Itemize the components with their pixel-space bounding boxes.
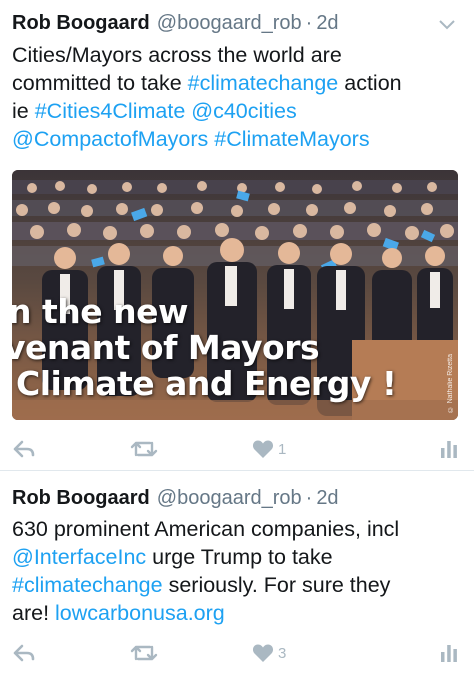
hashtag-link[interactable]: #Cities4Climate: [35, 99, 186, 123]
tweet-actions: 1: [0, 434, 474, 464]
heart-icon: [252, 644, 274, 662]
like-button[interactable]: 1: [252, 434, 286, 464]
timestamp[interactable]: 2d: [316, 487, 338, 510]
analytics-icon: [441, 645, 457, 662]
text-line: 630 prominent American companies, incl: [12, 517, 400, 541]
text-line: #climatechange seriously. For sure they: [12, 571, 464, 599]
retweet-icon: [130, 645, 158, 661]
separator-dot: ·: [305, 12, 313, 34]
retweet-button[interactable]: [130, 434, 158, 464]
like-button[interactable]: 3: [252, 638, 286, 668]
author-handle[interactable]: @boogaard_rob: [157, 487, 302, 510]
tweet-actions: 3: [0, 638, 474, 668]
hashtag-link[interactable]: #climatechange: [12, 573, 163, 597]
chevron-down-icon[interactable]: [438, 18, 456, 32]
reply-icon: [13, 440, 35, 458]
tweet-header: Rob Boogaard @boogaard_rob · 2d: [12, 12, 339, 40]
photo-caption-line: Climate and Energy !: [16, 364, 397, 403]
photo-credit: © Nathalie Rizetta: [447, 353, 454, 412]
photo-caption-line: n the new: [12, 292, 188, 331]
tweet[interactable]: Rob Boogaard @boogaard_rob · 2d Cities/M…: [0, 0, 474, 470]
mention-link[interactable]: @InterfaceInc: [12, 545, 146, 569]
text-line: Cities/Mayors across the world are: [12, 43, 342, 67]
reply-button[interactable]: [12, 638, 36, 668]
text-segment: seriously. For sure they: [162, 573, 391, 597]
retweet-button[interactable]: [130, 638, 158, 668]
text-segment: are!: [12, 601, 56, 625]
mention-link[interactable]: @c40cities: [191, 99, 296, 123]
reply-button[interactable]: [12, 434, 36, 464]
text-line: ie #Cities4Climate @c40cities: [12, 97, 464, 125]
analytics-button[interactable]: [440, 638, 458, 668]
author-handle[interactable]: @boogaard_rob: [157, 12, 302, 35]
url-link[interactable]: lowcarbonusa.org: [55, 601, 225, 625]
retweet-icon: [130, 441, 158, 457]
like-count: 1: [278, 440, 287, 458]
author-name[interactable]: Rob Boogaard: [12, 487, 150, 510]
text-line: committed to take #climatechange action: [12, 69, 464, 97]
author-name[interactable]: Rob Boogaard: [12, 12, 150, 35]
tweet-photo[interactable]: n the new venant of Mayors Climate and E…: [12, 170, 458, 420]
text-line: are! lowcarbonusa.org: [12, 599, 464, 627]
separator-dot: ·: [305, 487, 313, 509]
tweet-text: Cities/Mayors across the world are commi…: [12, 41, 464, 153]
timestamp[interactable]: 2d: [316, 12, 338, 35]
text-segment: urge Trump to take: [146, 545, 333, 569]
hashtag-link[interactable]: #ClimateMayors: [214, 127, 369, 151]
photo-caption-line: venant of Mayors: [12, 328, 320, 367]
like-count: 3: [278, 644, 287, 662]
tweet-text: 630 prominent American companies, incl @…: [12, 515, 464, 627]
text-line: @InterfaceInc urge Trump to take: [12, 543, 464, 571]
tweet[interactable]: Rob Boogaard @boogaard_rob · 2d 630 prom…: [0, 471, 474, 674]
mention-link[interactable]: @CompactofMayors: [12, 127, 208, 151]
analytics-button[interactable]: [440, 434, 458, 464]
tweet-header: Rob Boogaard @boogaard_rob · 2d: [12, 487, 339, 515]
reply-icon: [13, 644, 35, 662]
hashtag-link[interactable]: #climatechange: [188, 71, 339, 95]
heart-icon: [252, 440, 274, 458]
text-segment: committed to take: [12, 71, 188, 95]
text-segment: ie: [12, 99, 35, 123]
analytics-icon: [441, 441, 457, 458]
text-segment: action: [338, 71, 402, 95]
text-line: @CompactofMayors #ClimateMayors: [12, 125, 464, 153]
